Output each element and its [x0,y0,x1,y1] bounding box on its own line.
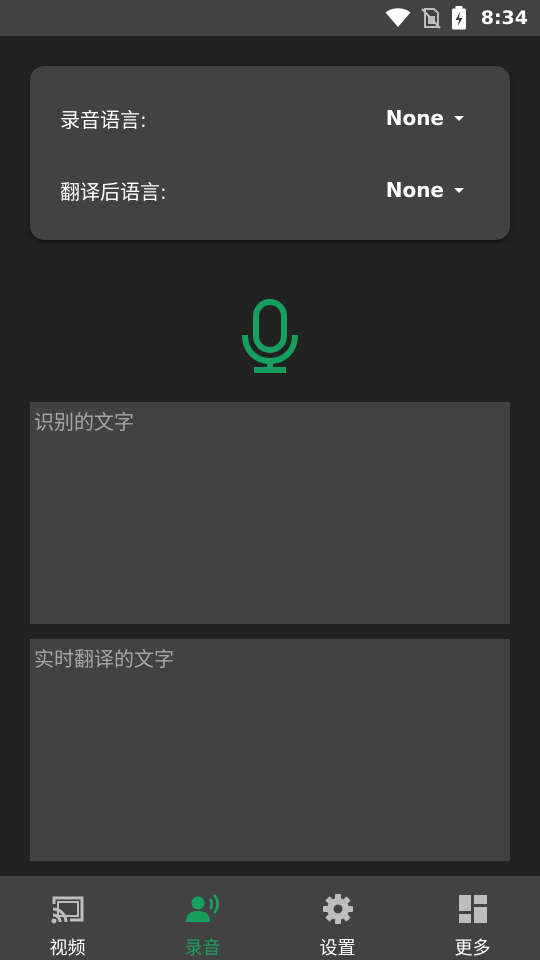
microphone-icon [242,299,298,373]
nav-item-record[interactable]: 录音 [135,876,270,960]
record-language-dropdown[interactable]: None [386,106,464,130]
nav-label-video: 视频 [49,938,86,959]
recognized-text-area[interactable]: 识别的文字 [30,402,510,624]
translate-language-dropdown[interactable]: None [386,178,464,202]
record-language-value: None [385,106,444,130]
no-sim-icon [420,8,441,29]
nav-item-video[interactable]: 视频 [0,876,135,960]
dashboard-icon [458,895,487,923]
translate-language-label: 翻译后语言: [60,179,167,204]
record-language-row: 录音语言: None [30,93,510,143]
dropdown-arrow-icon [454,187,464,193]
cast-icon [51,896,83,924]
gear-icon [322,894,353,924]
status-time: 8:34 [480,7,528,29]
translated-text-placeholder: 实时翻译的文字 [34,647,174,671]
bottom-navigation: 视频 录音 设置 更多 [0,876,540,960]
voice-record-icon [185,894,219,922]
translated-text-area[interactable]: 实时翻译的文字 [30,639,510,861]
status-bar: 8:34 [0,0,540,36]
wifi-icon [385,8,411,27]
translate-language-value: None [385,178,444,202]
nav-item-settings[interactable]: 设置 [270,876,405,960]
nav-label-more: 更多 [454,938,491,959]
dropdown-arrow-icon [454,115,464,121]
record-button[interactable] [238,296,302,376]
nav-item-more[interactable]: 更多 [405,876,540,960]
nav-label-settings: 设置 [319,938,356,959]
nav-label-record: 录音 [184,938,221,959]
record-language-label: 录音语言: [60,107,147,132]
language-settings-card: 录音语言: None 翻译后语言: None [30,66,510,240]
recognized-text-placeholder: 识别的文字 [34,410,134,434]
battery-charging-icon [451,6,466,30]
translate-language-row: 翻译后语言: None [30,165,510,215]
